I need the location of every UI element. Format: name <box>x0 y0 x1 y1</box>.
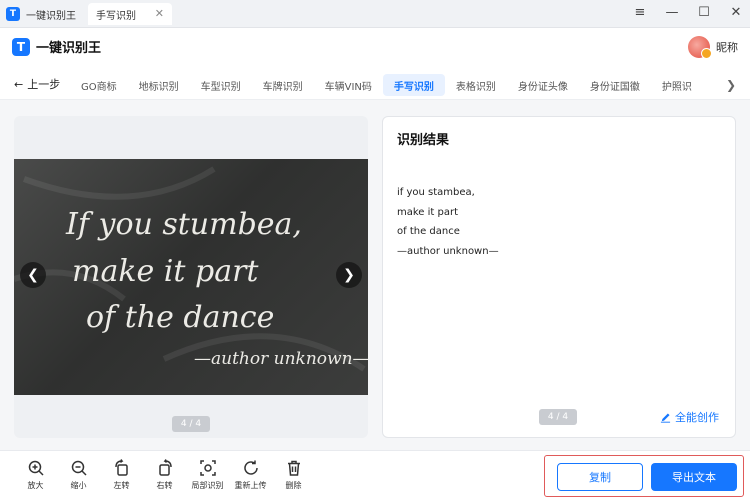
close-window-icon[interactable]: ✕ <box>728 4 744 22</box>
app-logo-icon: T <box>6 7 20 21</box>
bottom-toolbar: 放大 缩小 左转 右转 局部识别 重新上传 删除 复制 导出文本 <box>0 450 750 499</box>
local-recognize-icon <box>199 460 216 476</box>
tool-group: 放大 缩小 左转 右转 局部识别 重新上传 删除 <box>14 459 315 491</box>
export-text-button[interactable]: 导出文本 <box>651 463 737 491</box>
image-page-indicator: 4 / 4 <box>172 416 210 432</box>
user-profile[interactable]: 昵称 <box>688 36 738 59</box>
result-panel: 识别结果 if you stambea, make it part of the… <box>382 116 736 438</box>
feature-nav: ← 上一步 GO商标 地标识别 车型识别 车牌识别 车辆VIN码 手写识别 表格… <box>0 70 750 100</box>
rotate-left-icon <box>114 459 128 476</box>
result-line: if you stambea, <box>397 187 475 198</box>
tab-id-portrait[interactable]: 身份证头像 <box>507 74 579 96</box>
tab-id-emblem[interactable]: 身份证国徽 <box>579 74 651 96</box>
reupload-button[interactable]: 重新上传 <box>229 459 272 491</box>
doc-tab[interactable]: 手写识别 ✕ <box>88 3 172 25</box>
zoom-in-button[interactable]: 放大 <box>14 459 57 491</box>
edit-pen-icon <box>660 412 671 423</box>
brand-logo-icon: T <box>12 37 30 56</box>
brand: T 一键识别王 <box>12 37 101 56</box>
create-label: 全能创作 <box>675 411 719 424</box>
zoom-in-icon <box>28 460 44 476</box>
tab-handwriting[interactable]: 手写识别 <box>382 74 445 96</box>
chalk-line-4: —author unknown— <box>194 349 368 369</box>
result-text[interactable]: if you stambea, make it part of the danc… <box>397 183 499 261</box>
chevron-right-icon[interactable]: ❯ <box>726 78 738 92</box>
result-title: 识别结果 <box>397 133 450 148</box>
tab-go-trademark[interactable]: GO商标 <box>70 74 128 96</box>
next-image-button[interactable]: ❯ <box>336 262 362 288</box>
tab-close-icon[interactable]: ✕ <box>155 7 164 20</box>
chalkboard-image: If you stumbea, make it part of the danc… <box>14 159 368 395</box>
result-line: of the dance <box>397 226 460 237</box>
avatar[interactable] <box>688 36 712 59</box>
delete-button[interactable]: 删除 <box>272 459 315 491</box>
brand-name: 一键识别王 <box>36 41 102 56</box>
zoom-in-label: 放大 <box>27 481 44 490</box>
tab-passport[interactable]: 护照识 <box>651 74 703 96</box>
tab-car-model[interactable]: 车型识别 <box>190 74 252 96</box>
tab-table[interactable]: 表格识别 <box>445 74 507 96</box>
title-bar: T 一键识别王 手写识别 ✕ ≡ — ☐ ✕ <box>0 0 750 28</box>
minimize-icon[interactable]: — <box>664 4 680 22</box>
tab-landmark[interactable]: 地标识别 <box>128 74 190 96</box>
chalk-line-1: If you stumbea, <box>65 207 302 242</box>
delete-icon <box>287 460 300 476</box>
feature-tabs: GO商标 地标识别 车型识别 车牌识别 车辆VIN码 手写识别 表格识别 身份证… <box>70 74 703 96</box>
zoom-out-label: 缩小 <box>70 481 87 490</box>
local-recognize-button[interactable]: 局部识别 <box>186 459 229 491</box>
chalk-line-2: make it part <box>72 254 259 289</box>
back-label: 上一步 <box>27 78 61 91</box>
menu-icon[interactable]: ≡ <box>632 4 648 22</box>
rotate-left-label: 左转 <box>113 481 130 490</box>
rotate-right-icon <box>158 459 172 476</box>
maximize-icon[interactable]: ☐ <box>696 4 712 22</box>
chalk-line-3: of the dance <box>86 300 274 335</box>
zoom-out-icon <box>71 460 87 476</box>
window-controls: ≡ — ☐ ✕ <box>632 4 744 22</box>
app-tab[interactable]: T 一键识别王 <box>6 4 76 24</box>
tab-vin[interactable]: 车辆VIN码 <box>314 74 383 96</box>
user-nickname[interactable]: 昵称 <box>716 39 738 55</box>
reupload-icon <box>243 460 258 475</box>
image-preview-panel: If you stumbea, make it part of the danc… <box>14 116 368 438</box>
tab-license-plate[interactable]: 车牌识别 <box>252 74 314 96</box>
local-recognize-label: 局部识别 <box>191 481 224 490</box>
main-area: If you stumbea, make it part of the danc… <box>0 100 750 450</box>
rotate-right-button[interactable]: 右转 <box>143 459 186 491</box>
copy-button[interactable]: 复制 <box>557 463 643 491</box>
arrow-left-icon: ← <box>14 77 24 91</box>
zoom-out-button[interactable]: 缩小 <box>57 459 100 491</box>
back-button[interactable]: ← 上一步 <box>14 76 60 92</box>
result-line: make it part <box>397 206 459 218</box>
result-line: —author unknown— <box>397 245 499 257</box>
delete-label: 删除 <box>285 481 302 490</box>
chalk-writing: If you stumbea, make it part of the danc… <box>14 166 368 372</box>
rotate-right-label: 右转 <box>156 481 173 490</box>
doc-tab-label: 手写识别 <box>96 10 136 22</box>
app-header: T 一键识别王 昵称 <box>0 28 750 66</box>
app-tab-label: 一键识别王 <box>26 10 76 22</box>
action-buttons: 复制 导出文本 <box>544 455 744 497</box>
create-button[interactable]: 全能创作 <box>660 409 719 425</box>
rotate-left-button[interactable]: 左转 <box>100 459 143 491</box>
prev-image-button[interactable]: ❮ <box>20 262 46 288</box>
reupload-label: 重新上传 <box>234 481 267 490</box>
result-page-indicator: 4 / 4 <box>539 409 577 425</box>
